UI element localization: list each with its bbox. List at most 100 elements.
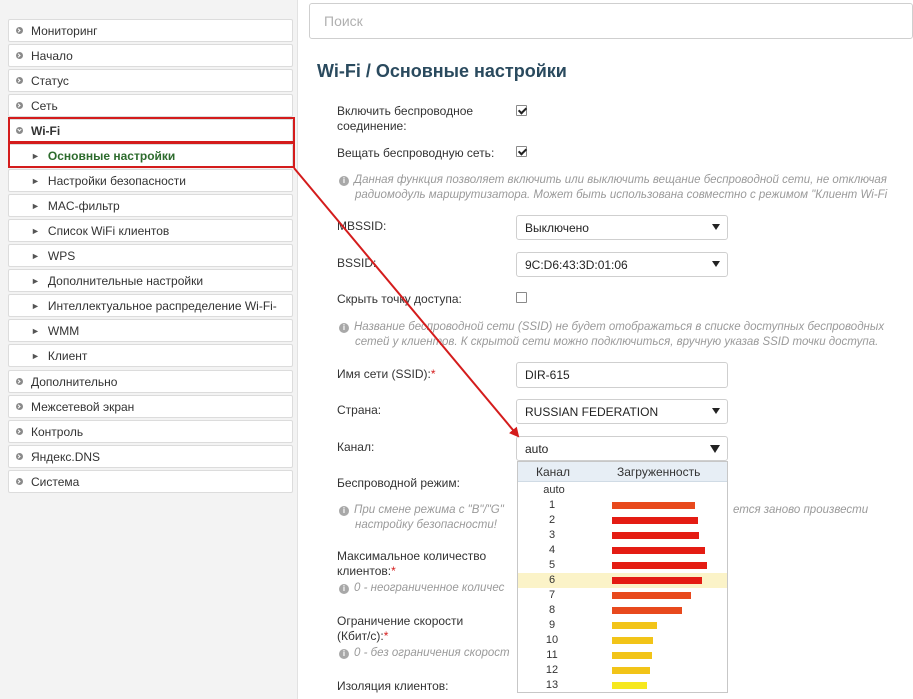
search-placeholder: Поиск: [324, 13, 363, 29]
channel-option[interactable]: 11: [518, 648, 727, 663]
channel-option[interactable]: 12: [518, 663, 727, 678]
sidebar-item-status[interactable]: Статус: [8, 69, 293, 92]
channel-option[interactable]: 6: [518, 573, 727, 588]
sidebar-item-system[interactable]: Система: [8, 470, 293, 493]
arrow-right-icon: ►: [31, 175, 40, 186]
channel-number: 13: [545, 679, 559, 691]
channel-load-bar: [612, 517, 698, 524]
channel-load-bar: [612, 607, 682, 614]
channel-load-bar: [612, 532, 699, 539]
sidebar-subitem-wmm[interactable]: ► WMM: [8, 319, 293, 342]
country-select[interactable]: RUSSIAN FEDERATION: [516, 399, 728, 424]
arrow-right-icon: ►: [31, 250, 40, 261]
max-clients-hint: i0 - неограниченное количес: [339, 581, 504, 596]
enable-wireless-checkbox[interactable]: [516, 105, 527, 116]
mode-hint-line2: настройку безопасности!: [355, 519, 497, 531]
chevron-right-icon: [16, 102, 23, 109]
channel-select[interactable]: auto: [516, 436, 728, 461]
mbssid-label: MBSSID:: [337, 219, 387, 233]
mbssid-select[interactable]: Выключено: [516, 215, 728, 240]
broadcast-checkbox[interactable]: [516, 146, 527, 157]
channel-load-bar: [612, 592, 691, 599]
chevron-down-icon: [710, 445, 720, 453]
sidebar-item-label: Яндекс.DNS: [31, 449, 101, 464]
channel-number: 5: [548, 559, 556, 571]
channel-load-bar: [612, 622, 657, 629]
channel-option[interactable]: 1: [518, 498, 727, 513]
sidebar-item-label: Мониторинг: [31, 23, 98, 38]
channel-option[interactable]: 9: [518, 618, 727, 633]
arrow-right-icon: ►: [31, 275, 40, 286]
channel-number: 12: [545, 664, 559, 676]
sidebar-subitem-mac-filter[interactable]: ► MAC-фильтр: [8, 194, 293, 217]
channel-option[interactable]: 8: [518, 603, 727, 618]
sidebar-item-label: WPS: [47, 248, 76, 263]
sidebar-item-label: Список WiFi клиентов: [47, 223, 170, 238]
speed-limit-label: Ограничение скорости (Кбит/с):*: [337, 614, 464, 643]
chevron-right-icon: [16, 52, 23, 59]
sidebar-item-label: Сеть: [31, 98, 58, 113]
channel-dropdown-header: Канал Загруженность: [518, 462, 727, 482]
channel-option[interactable]: 5: [518, 558, 727, 573]
sidebar-subitem-wifi-clients[interactable]: ► Список WiFi клиентов: [8, 219, 293, 242]
channel-number: 3: [548, 529, 556, 541]
channel-option[interactable]: 4: [518, 543, 727, 558]
sidebar-item-start[interactable]: Начало: [8, 44, 293, 67]
sidebar-item-label: Статус: [31, 73, 69, 88]
ssid-input[interactable]: DIR-615: [516, 362, 728, 388]
max-clients-label: Максимальное количество клиентов:*: [337, 549, 487, 578]
hide-ap-label: Скрыть точку доступа:: [337, 292, 462, 306]
page-title: Wi-Fi / Основные настройки: [317, 61, 567, 81]
channel-dropdown[interactable]: Канал Загруженность auto 1 2 3 4 5 6 7 8 9 10 11 12…: [517, 461, 728, 693]
channel-load-bar: [612, 547, 705, 554]
sidebar-item-label: Начало: [31, 48, 73, 63]
sidebar-item-control[interactable]: Контроль: [8, 420, 293, 443]
channel-number: 10: [545, 634, 559, 646]
bssid-select[interactable]: 9C:D6:43:3D:01:06: [516, 252, 728, 277]
speed-limit-hint: i0 - без ограничения скорост: [339, 646, 510, 661]
chevron-right-icon: [16, 403, 23, 410]
chevron-down-icon: [712, 261, 720, 267]
arrow-right-icon: ►: [31, 225, 40, 236]
sidebar-item-label: Настройки безопасности: [47, 173, 186, 188]
sidebar-item-label: Дополнительные настройки: [47, 273, 204, 288]
sidebar-subitem-client[interactable]: ► Клиент: [8, 344, 293, 367]
channel-number: 2: [548, 514, 556, 526]
broadcast-hint: i Данная функция позволяет включить или в…: [339, 173, 887, 188]
column-load: Загруженность: [617, 465, 701, 479]
channel-option[interactable]: 2: [518, 513, 727, 528]
channel-option[interactable]: 3: [518, 528, 727, 543]
sidebar-item-firewall[interactable]: Межсетевой экран: [8, 395, 293, 418]
sidebar-subitem-wps[interactable]: ► WPS: [8, 244, 293, 267]
enable-wireless-label: Включить беспроводное соединение:: [337, 104, 474, 133]
channel-label: Канал:: [337, 440, 375, 454]
sidebar-item-label: Межсетевой экран: [31, 399, 135, 414]
sidebar-subitem-smart-distribution[interactable]: ► Интеллектуальное распределение Wi-Fi-: [8, 294, 293, 317]
hide-hint: i Название беспроводной сети (SSID) не бу…: [339, 320, 884, 335]
annotation-highlight-basic-settings: [8, 142, 295, 168]
sidebar-item-yandex-dns[interactable]: Яндекс.DNS: [8, 445, 293, 468]
search-input[interactable]: Поиск: [309, 3, 913, 39]
channel-number: 9: [548, 619, 556, 631]
channel-load-bar: [612, 502, 695, 509]
sidebar-subitem-security[interactable]: ► Настройки безопасности: [8, 169, 293, 192]
channel-number: 6: [548, 574, 556, 586]
channel-option[interactable]: 7: [518, 588, 727, 603]
channel-load-bar: [612, 667, 650, 674]
channel-option[interactable]: 10: [518, 633, 727, 648]
channel-load-bar: [612, 577, 702, 584]
hide-hint-line2: сетей у клиентов. К скрытой сети можно п…: [355, 336, 879, 348]
channel-option-auto[interactable]: auto: [518, 483, 727, 498]
bssid-label: BSSID:: [337, 256, 377, 270]
sidebar-item-monitoring[interactable]: Мониторинг: [8, 19, 293, 42]
channel-number: 11: [546, 649, 558, 661]
chevron-right-icon: [16, 27, 23, 34]
sidebar-item-label: Контроль: [31, 424, 84, 439]
sidebar-item-network[interactable]: Сеть: [8, 94, 293, 117]
channel-option[interactable]: 13: [518, 678, 727, 692]
sidebar-subitem-advanced[interactable]: ► Дополнительные настройки: [8, 269, 293, 292]
sidebar-item-additional[interactable]: Дополнительно: [8, 370, 293, 393]
chevron-right-icon: [16, 453, 23, 460]
hide-ap-checkbox[interactable]: [516, 292, 527, 303]
broadcast-label: Вещать беспроводную сеть:: [337, 146, 495, 160]
